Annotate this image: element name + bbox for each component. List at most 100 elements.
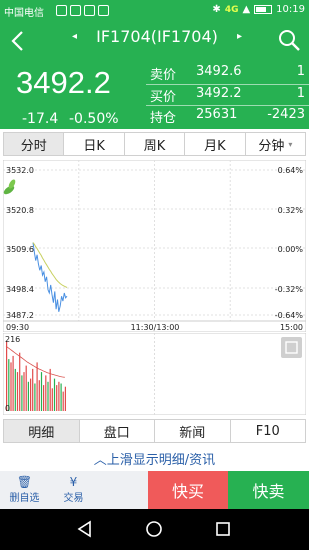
status-bar: 中国电信 ✱ 4G ▲ 10:19 <box>0 0 309 22</box>
quick-buy-label: 快买 <box>171 482 204 501</box>
tab-label: 周K <box>143 138 166 154</box>
tab-weekly-k[interactable]: 周K <box>125 133 186 155</box>
search-button[interactable] <box>277 28 301 52</box>
mail-icon <box>84 5 95 16</box>
volume-bar <box>19 352 21 411</box>
nav-home-icon[interactable] <box>145 520 163 538</box>
price-axis-label: 3509.6 <box>6 245 34 254</box>
network-type: 4G <box>224 4 239 15</box>
battery-icon <box>254 5 273 14</box>
quick-sell-button[interactable]: 快卖 <box>228 471 309 509</box>
tab-minute[interactable]: 分钟 ▾ <box>246 133 305 155</box>
header-bar: ◂ IF1704(IF1704) ▸ <box>0 22 309 60</box>
bid-price: 3492.2 <box>196 86 242 101</box>
volume-bar <box>27 381 29 411</box>
bid-row: 买价 3492.2 1 <box>150 84 305 105</box>
volume-bar <box>64 386 66 411</box>
chart-toggle-button[interactable] <box>281 337 302 358</box>
tab-daily-k[interactable]: 日K <box>64 133 125 155</box>
ask-price: 3492.6 <box>196 64 242 79</box>
tab-label: 月K <box>204 138 226 154</box>
percent-axis-label: -0.64% <box>275 311 304 320</box>
volume-bar <box>38 380 40 411</box>
tab-f10[interactable]: F10 <box>231 420 306 442</box>
notification-icons <box>56 5 109 16</box>
detail-tabs: 明细 盘口 新闻 F10 <box>3 419 306 443</box>
volume-bar <box>14 368 16 411</box>
volume-chart-svg: 216 0 <box>3 333 306 415</box>
page-title: IF1704(IF1704) <box>96 27 218 46</box>
delete-watchlist-label: 删自选 <box>9 493 40 504</box>
spacer <box>98 471 148 509</box>
next-contract-arrow[interactable]: ▸ <box>237 31 242 42</box>
signal-icon: ▲ <box>242 4 251 15</box>
tab-label: 分时 <box>20 138 47 154</box>
tab-label: 分钟 <box>258 138 285 154</box>
delete-watchlist-button[interactable]: 🗑 删自选 <box>0 471 49 509</box>
volume-bar <box>49 368 51 411</box>
volume-bar <box>23 372 25 411</box>
tab-label: 新闻 <box>179 425 206 441</box>
price-axis-label: 3498.4 <box>6 285 34 294</box>
yen-icon: ¥ <box>69 475 78 489</box>
volume-bar <box>34 383 36 411</box>
price-axis-label: 3487.2 <box>6 311 34 320</box>
volume-bar <box>53 378 56 411</box>
volume-bar <box>47 381 49 411</box>
bid-qty: 1 <box>296 86 305 101</box>
tab-monthly-k[interactable]: 月K <box>185 133 246 155</box>
volume-min-label: 0 <box>5 404 10 413</box>
price-axis-label: 3532.0 <box>6 166 34 175</box>
volume-max-label: 216 <box>5 335 20 344</box>
tab-news[interactable]: 新闻 <box>155 420 231 442</box>
percent-axis-label: -0.32% <box>275 285 304 294</box>
volume-bar <box>45 375 47 411</box>
tab-label: 明细 <box>28 425 55 441</box>
ask-row: 卖价 3492.6 1 <box>150 62 305 83</box>
ask-qty: 1 <box>296 64 305 79</box>
volume-bar <box>43 385 45 411</box>
volume-bar <box>40 372 43 411</box>
back-button[interactable] <box>6 27 30 55</box>
prev-contract-arrow[interactable]: ◂ <box>72 31 77 42</box>
quote-panel: 3492.2 -17.4 -0.50% 卖价 3492.6 1 买价 3492.… <box>0 60 309 129</box>
volume-chart[interactable]: 216 0 <box>3 333 306 415</box>
bluetooth-icon: ✱ <box>212 4 221 15</box>
tab-order-book[interactable]: 盘口 <box>80 420 155 442</box>
volume-bar <box>51 388 53 411</box>
volume-bar <box>12 355 14 411</box>
volume-bar <box>56 385 58 411</box>
volume-bar <box>30 378 32 411</box>
volume-bar <box>10 362 12 411</box>
tab-label: F10 <box>255 423 280 439</box>
price-change-percent: -0.50% <box>69 111 119 127</box>
percent-axis-label: 0.32% <box>278 206 304 215</box>
quick-sell-label: 快卖 <box>252 482 285 501</box>
tab-intraday[interactable]: 分时 <box>4 133 65 155</box>
intraday-chart[interactable]: 3532.0 3520.8 3509.6 3498.4 3487.2 0.64%… <box>3 160 306 332</box>
open-interest-value: 25631 <box>196 107 238 122</box>
notification-icon <box>56 5 67 16</box>
trash-icon: 🗑 <box>16 475 33 489</box>
tab-label: 盘口 <box>103 425 130 441</box>
tab-label: 日K <box>83 138 105 154</box>
system-nav-bar <box>0 509 309 550</box>
intraday-chart-svg: 3532.0 3520.8 3509.6 3498.4 3487.2 0.64%… <box>3 160 306 332</box>
open-interest-change: -2423 <box>267 107 305 122</box>
open-interest-row: 持仓 25631 -2423 <box>150 105 305 126</box>
trade-button[interactable]: ¥ 交易 <box>49 471 98 509</box>
clock: 10:19 <box>276 4 305 15</box>
price-axis-label: 3520.8 <box>6 206 34 215</box>
nav-back-icon[interactable] <box>76 520 94 538</box>
ask-label: 卖价 <box>150 68 177 83</box>
volume-bar <box>16 372 19 411</box>
volume-bar <box>6 341 8 411</box>
quick-buy-button[interactable]: 快买 <box>148 471 228 509</box>
trade-label: 交易 <box>63 493 84 504</box>
tab-details[interactable]: 明细 <box>4 420 80 442</box>
slide-up-hint[interactable]: ︿上滑显示明细/资讯 <box>0 447 309 469</box>
last-price: 3492.2 <box>16 65 111 100</box>
nav-recents-icon[interactable] <box>214 520 232 538</box>
volume-bar <box>21 375 23 411</box>
price-change: -17.4 <box>22 111 59 127</box>
